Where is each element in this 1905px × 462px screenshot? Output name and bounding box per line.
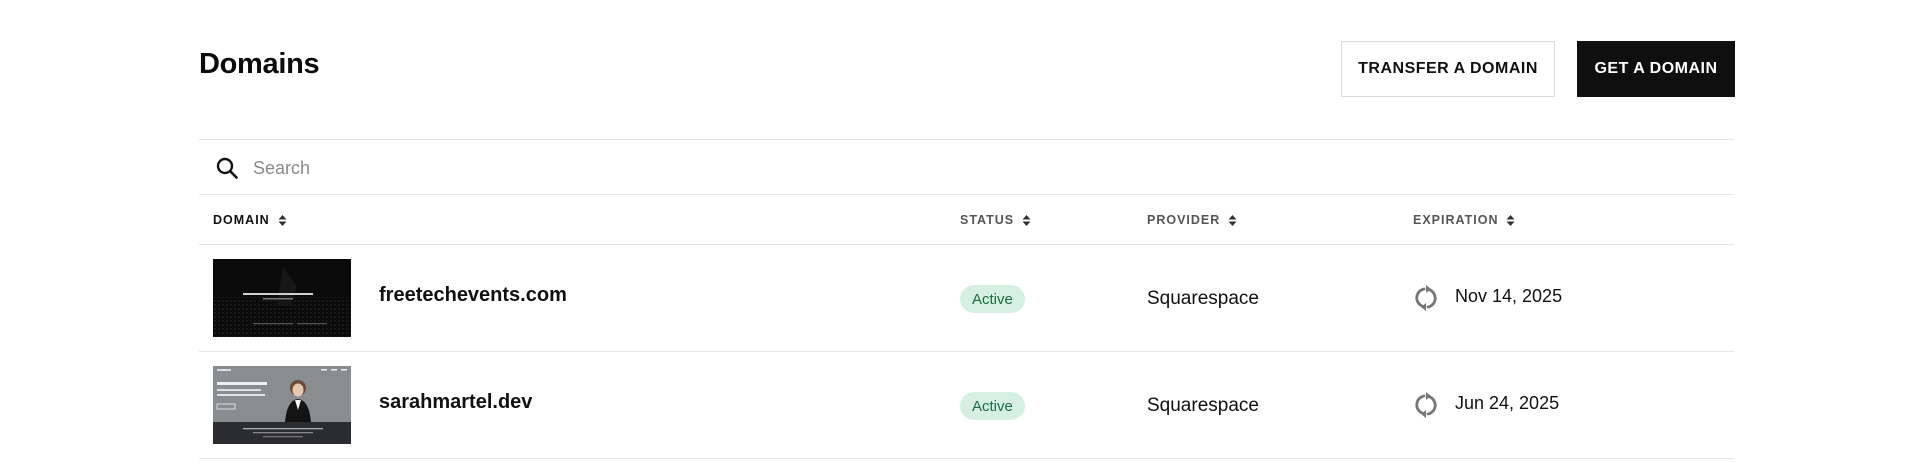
status-badge: Active [960, 392, 1025, 420]
sort-icon [1228, 214, 1237, 226]
status-badge: Active [960, 285, 1025, 313]
auto-renew-icon [1415, 285, 1437, 311]
get-domain-button[interactable]: GET A DOMAIN [1577, 41, 1735, 97]
search-icon [216, 157, 238, 179]
search-bar [199, 139, 1734, 195]
site-thumbnail [213, 366, 351, 444]
sort-icon [278, 214, 287, 226]
column-header-domain[interactable]: DOMAIN [213, 195, 287, 245]
domain-name[interactable]: sarahmartel.dev [379, 391, 532, 414]
sort-icon [1506, 214, 1515, 226]
table-row[interactable]: sarahmartel.dev Active Squarespace Jun 2… [199, 352, 1734, 459]
expiration-date: Jun 24, 2025 [1455, 393, 1560, 413]
column-header-provider[interactable]: PROVIDER [1147, 195, 1237, 245]
domain-name[interactable]: freetechevents.com [379, 284, 567, 307]
search-input[interactable] [253, 152, 853, 184]
table-row[interactable]: freetechevents.com Active Squarespace No… [199, 245, 1734, 352]
site-thumbnail [213, 259, 351, 337]
sort-icon [1022, 214, 1031, 226]
auto-renew-icon [1415, 392, 1437, 418]
column-header-status[interactable]: STATUS [960, 195, 1031, 245]
column-header-label: EXPIRATION [1413, 213, 1499, 227]
page-header: Domains TRANSFER A DOMAIN GET A DOMAIN [199, 0, 1735, 140]
column-header-expiration[interactable]: EXPIRATION [1413, 195, 1515, 245]
column-header-label: STATUS [960, 213, 1015, 227]
page-title: Domains [199, 48, 320, 80]
expiration-date: Nov 14, 2025 [1455, 286, 1563, 306]
transfer-domain-button[interactable]: TRANSFER A DOMAIN [1341, 41, 1555, 97]
column-header-label: DOMAIN [213, 213, 270, 227]
provider-text: Squarespace [1147, 395, 1259, 416]
provider-text: Squarespace [1147, 288, 1259, 309]
table-header: DOMAIN STATUS PROVIDER EXPIRATION [199, 195, 1734, 245]
column-header-label: PROVIDER [1147, 213, 1221, 227]
domains-page: Domains TRANSFER A DOMAIN GET A DOMAIN D… [199, 0, 1735, 459]
